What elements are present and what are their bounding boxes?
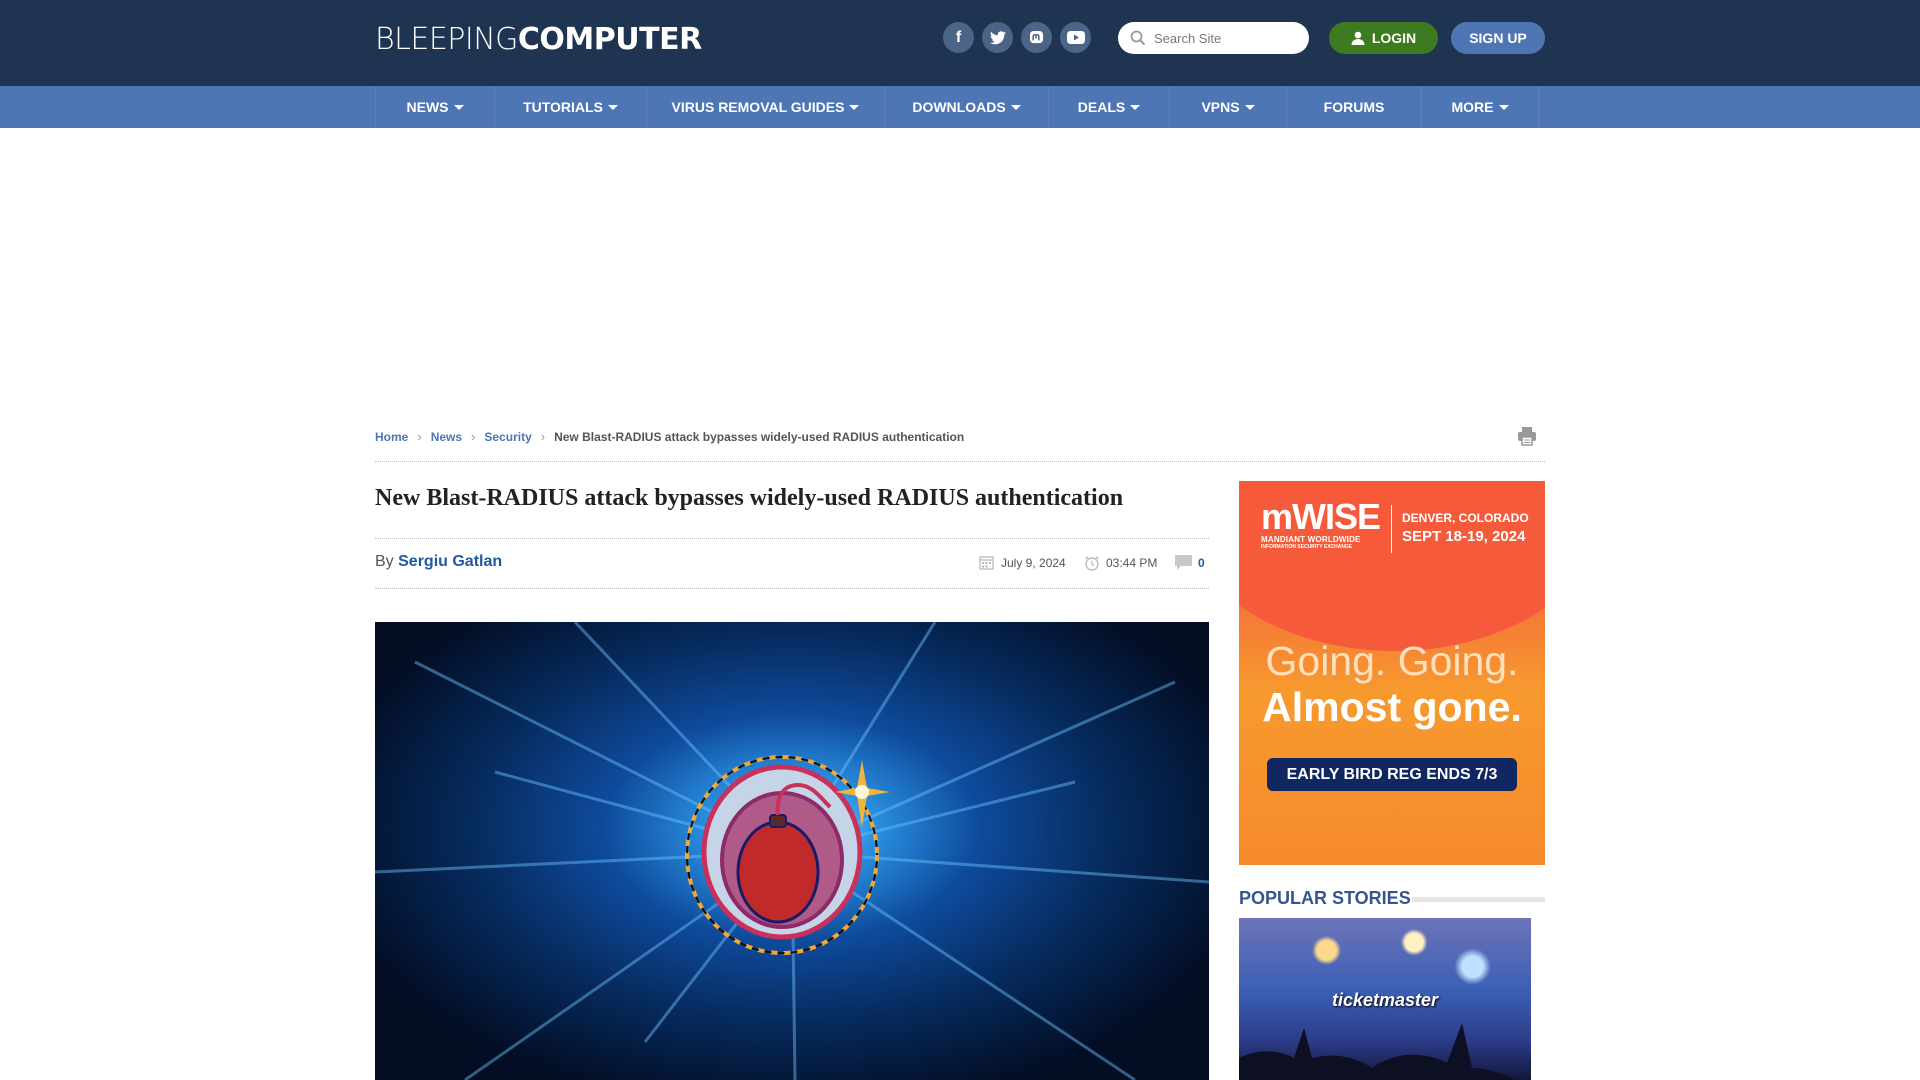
signup-button[interactable]: SIGN UP <box>1451 22 1545 54</box>
popular-stories-heading: POPULAR STORIES <box>1239 888 1411 908</box>
chevron-right-icon: › <box>471 429 476 444</box>
nav-label: NEWS <box>406 99 449 115</box>
calendar-icon <box>979 556 994 570</box>
chevron-right-icon: › <box>417 429 422 444</box>
divider <box>375 538 1209 539</box>
youtube-icon <box>1066 31 1085 44</box>
comments-link[interactable]: 0 <box>1175 555 1205 570</box>
youtube-button[interactable] <box>1060 22 1091 53</box>
ad-headline-2: Almost gone. <box>1262 684 1522 730</box>
date-text: July 9, 2024 <box>1001 555 1066 570</box>
breadcrumb-current: New Blast-RADIUS attack bypasses widely-… <box>554 429 965 444</box>
nav-label: TUTORIALS <box>523 99 603 115</box>
twitter-button[interactable] <box>982 22 1013 53</box>
story-image-caption: ticketmaster <box>1331 990 1439 1010</box>
nav-item-downloads[interactable]: DOWNLOADS <box>885 86 1049 128</box>
caret-down-icon <box>453 104 464 110</box>
breadcrumb-security[interactable]: Security <box>484 430 531 444</box>
site-logo[interactable]: BLEEPINGCOMPUTER <box>375 22 702 57</box>
chevron-right-icon: › <box>540 429 546 444</box>
clock-icon <box>1085 556 1099 571</box>
divider <box>375 588 1209 589</box>
ad-dates: SEPT 18-19, 2024 <box>1402 528 1526 545</box>
nav-label: VIRUS REMOVAL GUIDES <box>671 99 845 115</box>
caret-down-icon <box>1130 104 1141 110</box>
search-box[interactable] <box>1118 22 1309 54</box>
nav-item-forums[interactable]: FORUMS <box>1287 86 1422 128</box>
author-link[interactable]: Sergiu Gatlan <box>398 553 502 570</box>
caret-down-icon <box>1010 104 1021 110</box>
user-icon <box>1351 31 1365 45</box>
caret-down-icon <box>1498 104 1509 110</box>
breadcrumb-home[interactable]: Home <box>375 430 408 444</box>
nav-item-deals[interactable]: DEALS <box>1049 86 1170 128</box>
blast-bomb-illustration <box>375 622 1209 1080</box>
nav-label: DEALS <box>1077 99 1126 115</box>
time-text: 03:44 PM <box>1106 556 1158 570</box>
logo-light-text: BLEEPING <box>375 22 518 57</box>
caret-down-icon <box>607 104 618 110</box>
caret-down-icon <box>849 104 860 110</box>
comment-count: 0 <box>1198 555 1205 570</box>
nav-item-more[interactable]: MORE <box>1422 86 1539 128</box>
logo-bold-text: COMPUTER <box>517 22 702 57</box>
print-icon[interactable] <box>1517 426 1537 446</box>
article-date: July 9, 2024 <box>979 555 1066 570</box>
byline: By Sergiu Gatlan <box>375 553 502 571</box>
sidebar-ad[interactable]: mWISE MANDIANT WORLDWIDE INFORMATION SEC… <box>1239 481 1545 865</box>
by-label: By <box>375 553 394 570</box>
facebook-button[interactable]: f <box>943 22 974 53</box>
article-time: 03:44 PM <box>1084 555 1157 571</box>
nav-label: FORUMS <box>1323 99 1385 115</box>
caret-down-icon <box>1244 104 1255 110</box>
nav-item-tutorials[interactable]: TUTORIALS <box>495 86 647 128</box>
ad-headline-1: Going. Going. <box>1265 638 1519 684</box>
nav-item-virus-removal-guides[interactable]: VIRUS REMOVAL GUIDES <box>647 86 885 128</box>
nav-label: MORE <box>1451 99 1494 115</box>
popular-story-image[interactable]: ticketmaster <box>1239 918 1531 1080</box>
signup-label: SIGN UP <box>1469 30 1527 46</box>
site-header: BLEEPINGCOMPUTER f LOGIN SIGN UP <box>0 0 1920 86</box>
ad-cta-button[interactable]: EARLY BIRD REG ENDS 7/3 <box>1267 758 1517 791</box>
comment-icon <box>1175 555 1192 570</box>
search-icon <box>1130 30 1146 46</box>
breadcrumb-news[interactable]: News <box>431 430 462 444</box>
heading-rule <box>1412 897 1545 902</box>
mastodon-button[interactable] <box>1021 22 1052 53</box>
mastodon-icon <box>1029 30 1044 44</box>
login-button[interactable]: LOGIN <box>1329 22 1438 54</box>
nav-item-news[interactable]: NEWS <box>376 86 495 128</box>
article-hero-image <box>375 622 1209 1080</box>
search-input[interactable] <box>1154 30 1294 46</box>
ad-subtitle-small: INFORMATION SECURITY EXCHANGE <box>1261 544 1353 550</box>
nav-label: DOWNLOADS <box>912 99 1006 115</box>
nav-item-vpns[interactable]: VPNS <box>1170 86 1287 128</box>
ad-logo: mWISE MANDIANT WORLDWIDE INFORMATION SEC… <box>1261 496 1381 551</box>
facebook-icon: f <box>955 28 962 46</box>
ad-location: DENVER, COLORADO <box>1402 511 1529 525</box>
ad-divider <box>1391 505 1392 553</box>
breadcrumb: Home › News › Security › New Blast-RADIU… <box>375 429 964 444</box>
main-nav: NEWS TUTORIALS VIRUS REMOVAL GUIDES DOWN… <box>0 86 1920 128</box>
login-label: LOGIN <box>1371 30 1417 46</box>
article-title: New Blast-RADIUS attack bypasses widely-… <box>375 485 1124 511</box>
twitter-icon <box>989 30 1006 44</box>
ad-brand: mWISE <box>1261 496 1381 537</box>
divider <box>375 461 1545 462</box>
nav-label: VPNS <box>1201 99 1240 115</box>
